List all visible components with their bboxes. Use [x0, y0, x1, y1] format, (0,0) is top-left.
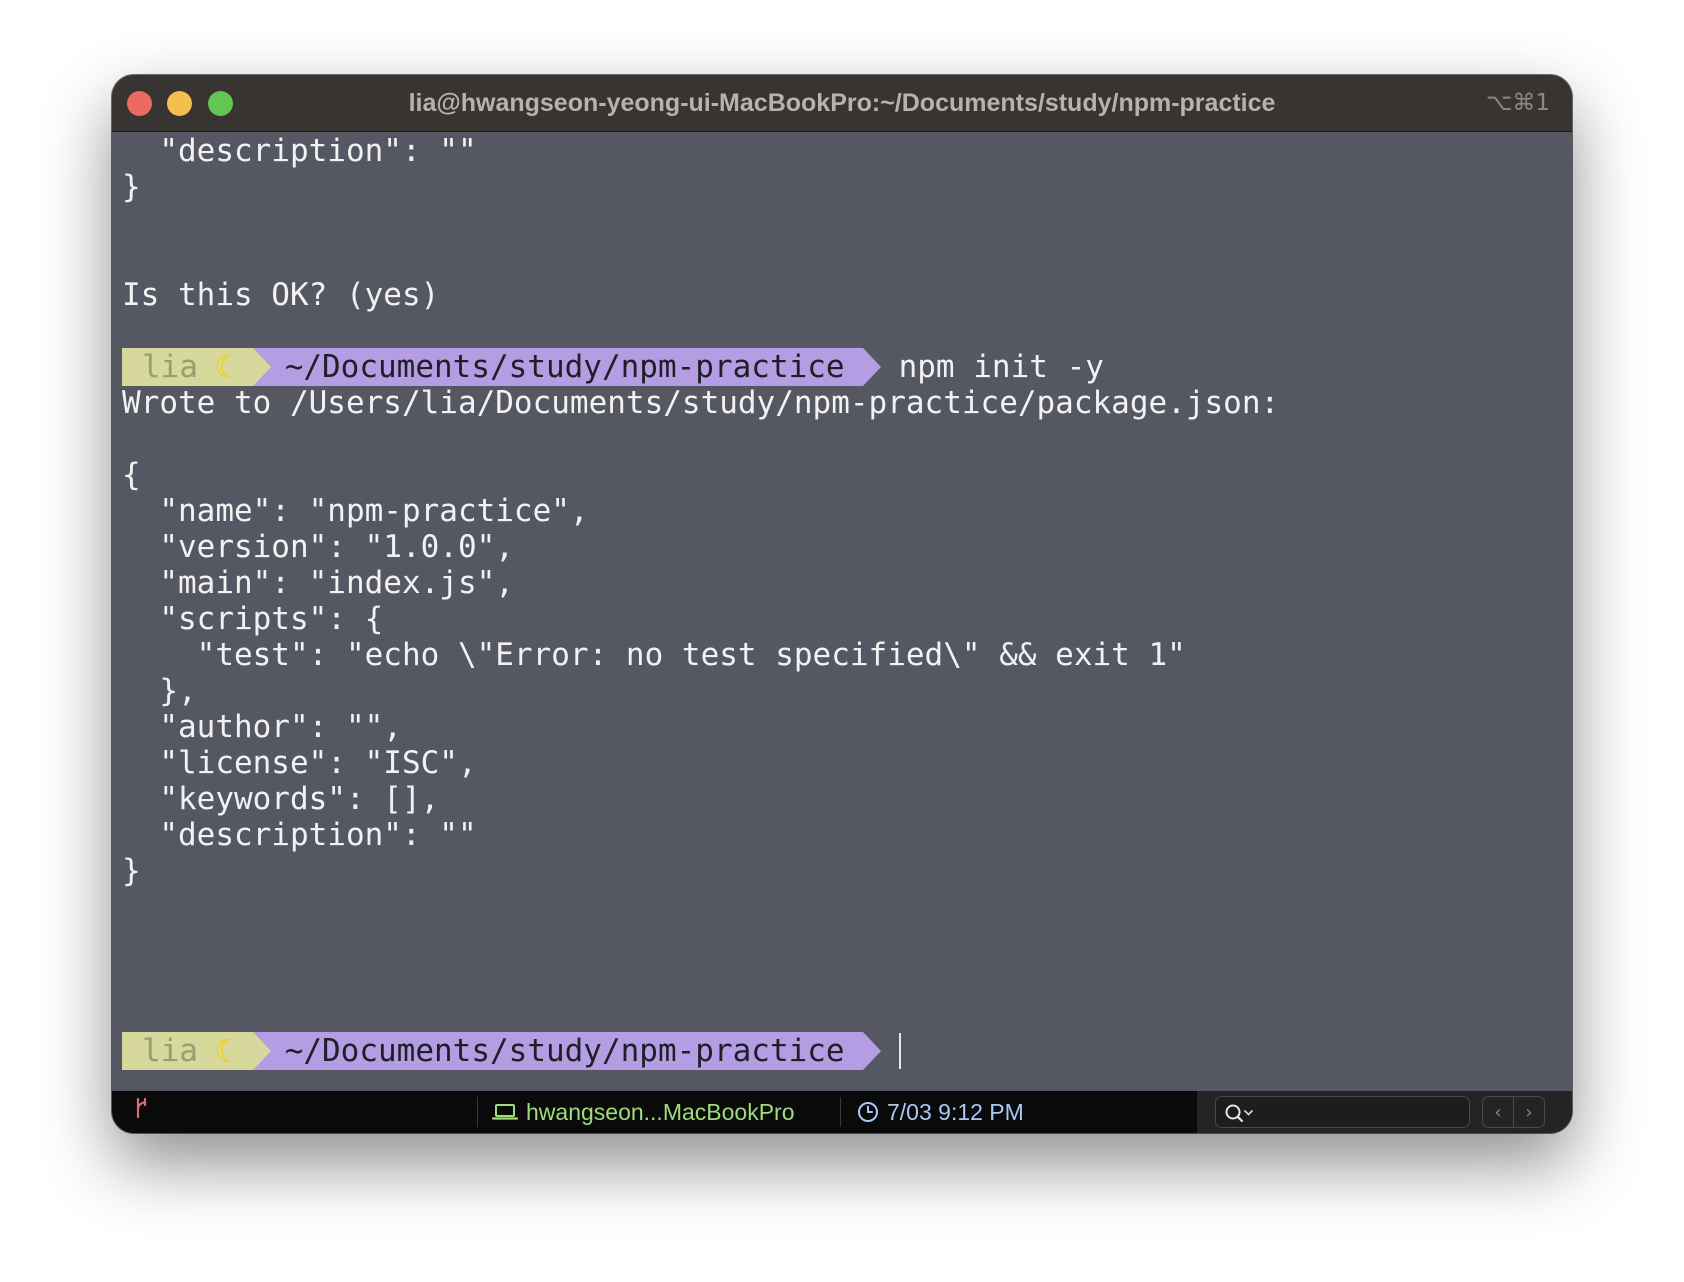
search-next-button[interactable]: ›: [1513, 1097, 1544, 1127]
terminal-line: "main": "index.js",: [122, 565, 514, 601]
terminal-line: {: [122, 457, 141, 493]
search-nav: ‹ ›: [1482, 1096, 1545, 1128]
window-shortcut-label: ⌥⌘1: [1485, 90, 1550, 116]
moon-icon: ☾: [214, 348, 243, 386]
terminal-line: "description": "": [122, 133, 477, 169]
window-title: lia@hwangseon-yeong-ui-MacBookPro:~/Docu…: [408, 89, 1276, 117]
terminal-line: "version": "1.0.0",: [122, 529, 514, 565]
search-input[interactable]: [1215, 1096, 1470, 1128]
terminal-window: lia@hwangseon-yeong-ui-MacBookPro:~/Docu…: [112, 75, 1572, 1133]
clock-time: 7/03 9:12 PM: [887, 1098, 1024, 1125]
terminal-line: "scripts": {: [122, 601, 384, 637]
powerline-separator-icon: [862, 1032, 881, 1070]
terminal-line: },: [122, 673, 197, 709]
terminal-line: "author": "",: [122, 709, 402, 745]
status-clock[interactable]: 7/03 9:12 PM: [857, 1091, 1024, 1133]
prompt-user: lia: [142, 1033, 198, 1069]
terminal-line: "test": "echo \"Error: no test specified…: [122, 637, 1186, 673]
chevron-left-icon: ‹: [1494, 1101, 1502, 1123]
terminal-line: "keywords": [],: [122, 781, 440, 817]
prompt-line: lia ☾ ~/Documents/study/npm-practice: [122, 1032, 901, 1070]
terminal-line: "description": "": [122, 817, 477, 853]
git-branch-icon[interactable]: [134, 1091, 148, 1133]
chevron-right-icon: ›: [1525, 1101, 1533, 1123]
powerline-separator-icon: [252, 348, 271, 386]
prompt-path: ~/Documents/study/npm-practice: [270, 348, 863, 386]
prompt-user: lia: [142, 349, 198, 385]
prompt-user-segment: lia ☾: [122, 1032, 253, 1070]
status-bar: hwangseon...MacBookPro 7/03 9:12 PM ‹ ›: [112, 1091, 1572, 1133]
powerline-separator-icon: [862, 348, 881, 386]
terminal-line: }: [122, 853, 141, 889]
search-area: ‹ ›: [1197, 1091, 1572, 1133]
search-icon: [1225, 1104, 1253, 1123]
terminal-line: "name": "npm-practice",: [122, 493, 589, 529]
host-name: hwangseon...MacBookPro: [526, 1098, 795, 1125]
status-host[interactable]: hwangseon...MacBookPro: [492, 1091, 795, 1133]
terminal-output[interactable]: "description": "" } Is this OK? (yes) li…: [122, 132, 1562, 1078]
prompt-user-segment: lia ☾: [122, 348, 253, 386]
status-divider: [477, 1097, 478, 1127]
text-cursor[interactable]: [898, 1033, 901, 1069]
moon-icon: ☾: [214, 1032, 243, 1070]
terminal-line: }: [122, 169, 141, 205]
terminal-line: Is this OK? (yes): [122, 277, 440, 313]
terminal-line: "license": "ISC",: [122, 745, 477, 781]
clock-icon: [858, 1102, 878, 1122]
prompt-line: lia ☾ ~/Documents/study/npm-practice npm…: [122, 348, 1104, 386]
search-previous-button[interactable]: ‹: [1483, 1097, 1513, 1127]
terminal-line: Wrote to /Users/lia/Documents/study/npm-…: [122, 385, 1280, 421]
title-bar[interactable]: lia@hwangseon-yeong-ui-MacBookPro:~/Docu…: [112, 75, 1572, 132]
status-divider: [840, 1097, 841, 1127]
laptop-icon: [492, 1104, 518, 1120]
powerline-separator-icon: [252, 1032, 271, 1070]
prompt-command: npm init -y: [898, 349, 1104, 385]
prompt-path: ~/Documents/study/npm-practice: [270, 1032, 863, 1070]
